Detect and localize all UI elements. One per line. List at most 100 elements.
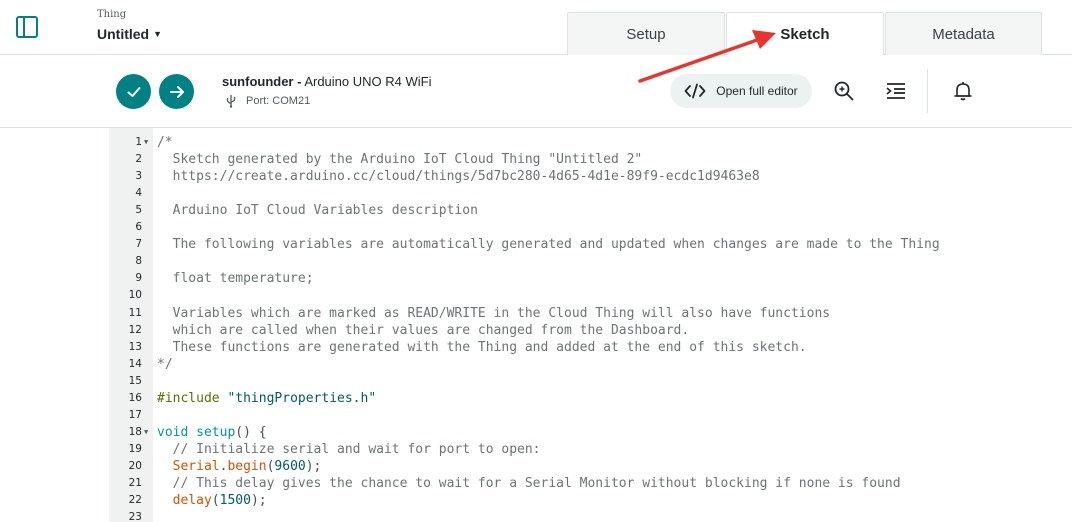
port-row: Port: COM21: [226, 94, 310, 108]
line-number: 4: [135, 187, 142, 200]
code-text: /*: [157, 134, 173, 151]
sketch-toolbar: sunfounder - Arduino UNO R4 WiFi Port: C…: [0, 55, 1072, 128]
line-number: 17: [128, 408, 142, 421]
tab-setup[interactable]: Setup: [567, 12, 725, 55]
code-token: // This delay gives the chance to wait f…: [157, 476, 901, 491]
code-line: 3 https://create.arduino.cc/cloud/things…: [109, 168, 1072, 185]
code-text: // This delay gives the chance to wait f…: [157, 475, 901, 492]
code-token: Sketch generated by the Arduino IoT Clou…: [157, 152, 643, 168]
code-line: 22 delay(1500);: [109, 492, 1072, 509]
line-number: 19: [128, 442, 142, 455]
code-line: 5 Arduino IoT Cloud Variables descriptio…: [109, 202, 1072, 219]
line-number: 12: [128, 323, 142, 336]
line-number: 16: [128, 391, 142, 404]
line-number: 2: [135, 153, 142, 166]
upload-button[interactable]: [159, 74, 194, 109]
code-token: https://create.arduino.cc/cloud/things/5…: [157, 169, 760, 185]
code-text: Serial.begin(9600);: [157, 458, 322, 475]
code-text: Arduino IoT Cloud Variables description: [157, 202, 478, 219]
code-line: 21 // This delay gives the chance to wai…: [109, 475, 1072, 492]
line-number: 3: [135, 170, 142, 183]
thing-selector: Thing Untitled ▼: [97, 9, 162, 42]
code-line: 9 float temperature;: [109, 270, 1072, 287]
code-text: https://create.arduino.cc/cloud/things/5…: [157, 168, 760, 185]
port-label: Port: COM21: [246, 95, 311, 107]
code-text: #include "thingProperties.h": [157, 390, 376, 407]
fold-toggle-icon[interactable]: ▼: [144, 134, 148, 151]
line-number: 11: [128, 306, 142, 319]
tab-metadata[interactable]: Metadata: [885, 12, 1042, 55]
code-token: float temperature;: [157, 271, 314, 287]
code-line: 4: [109, 185, 1072, 202]
code-token: Serial: [172, 458, 220, 474]
code-token: /*: [157, 135, 173, 150]
bell-icon[interactable]: [951, 79, 975, 103]
code-token: 9600: [274, 458, 306, 474]
checkmark-icon: [127, 86, 140, 97]
thing-name: Untitled: [97, 26, 150, 42]
code-line: 12 which are called when their values ar…: [109, 322, 1072, 339]
code-token: void: [157, 424, 189, 440]
code-line: 17: [109, 407, 1072, 424]
code-line: 1 ▼ /*: [109, 134, 1072, 151]
tab-sketch[interactable]: Sketch: [726, 12, 884, 56]
code-token: The following variables are automaticall…: [157, 237, 940, 253]
device-board: Arduino UNO R4 WiFi: [301, 74, 432, 89]
verify-button[interactable]: [116, 74, 151, 109]
line-number: 18: [128, 425, 142, 438]
thing-caption: Thing: [97, 9, 127, 20]
code-text: Variables which are marked as READ/WRITE…: [157, 305, 830, 322]
code-token: "thingProperties.h": [227, 390, 377, 406]
arrow-right-icon: [169, 85, 184, 98]
code-line: 16 #include "thingProperties.h": [109, 390, 1072, 407]
code-line: 7 The following variables are automatica…: [109, 236, 1072, 253]
line-number: 20: [128, 459, 142, 472]
code-editor[interactable]: 1 ▼/* 2 Sketch generated by the Arduino Io…: [109, 128, 1072, 522]
code-line: 14 */: [109, 356, 1072, 373]
line-number: 21: [128, 477, 142, 489]
code-line: 8: [109, 253, 1072, 270]
top-bar: Thing Untitled ▼ Setup Sketch Metadata: [0, 0, 1072, 56]
code-token: Arduino IoT Cloud Variables description: [157, 203, 478, 219]
line-number: 15: [128, 374, 142, 387]
line-number: 5: [135, 204, 142, 217]
code-line: 20 Serial.begin(9600);: [109, 458, 1072, 475]
line-number: 7: [135, 238, 142, 251]
line-number: 22: [128, 494, 142, 507]
code-brackets-icon: [684, 83, 706, 99]
usb-icon: [226, 95, 236, 108]
code-token: // Initialize serial and wait for port t…: [157, 441, 541, 457]
toolbar-divider: [927, 69, 928, 113]
code-text: delay(1500);: [157, 492, 267, 509]
code-token: #include: [157, 390, 228, 406]
fold-toggle-icon[interactable]: ▼: [144, 424, 148, 441]
thing-name-dropdown[interactable]: Untitled ▼: [97, 26, 162, 42]
code-text: */: [157, 356, 173, 373]
line-number: 10: [128, 289, 142, 302]
code-token: );: [250, 493, 267, 509]
code-text: Sketch generated by the Arduino IoT Clou…: [157, 151, 643, 168]
code-text: float temperature;: [157, 270, 314, 287]
code-token: (: [211, 493, 220, 509]
sidebar-toggle-icon[interactable]: [15, 15, 39, 39]
line-number: 23: [128, 511, 142, 522]
caret-down-icon: ▼: [153, 29, 163, 39]
device-selector[interactable]: sunfounder - Arduino UNO R4 WiFi: [222, 74, 431, 89]
code-token: Variables which are marked as READ/WRITE…: [157, 305, 831, 321]
code-line: 19 // Initialize serial and wait for por…: [109, 441, 1072, 458]
code-token: setup: [196, 424, 236, 440]
line-number: 14: [128, 357, 142, 370]
indent-icon[interactable]: [884, 79, 908, 103]
line-number: 9: [135, 272, 142, 285]
code-text: These functions are generated with the T…: [157, 339, 807, 356]
code-line: 15: [109, 373, 1072, 390]
code-line: 2 Sketch generated by the Arduino IoT Cl…: [109, 151, 1072, 168]
code-text: The following variables are automaticall…: [157, 236, 940, 253]
code-line: 10: [109, 287, 1072, 304]
open-full-editor-button[interactable]: Open full editor: [670, 74, 812, 108]
search-icon[interactable]: [832, 79, 856, 103]
code-token: () {: [235, 424, 267, 440]
